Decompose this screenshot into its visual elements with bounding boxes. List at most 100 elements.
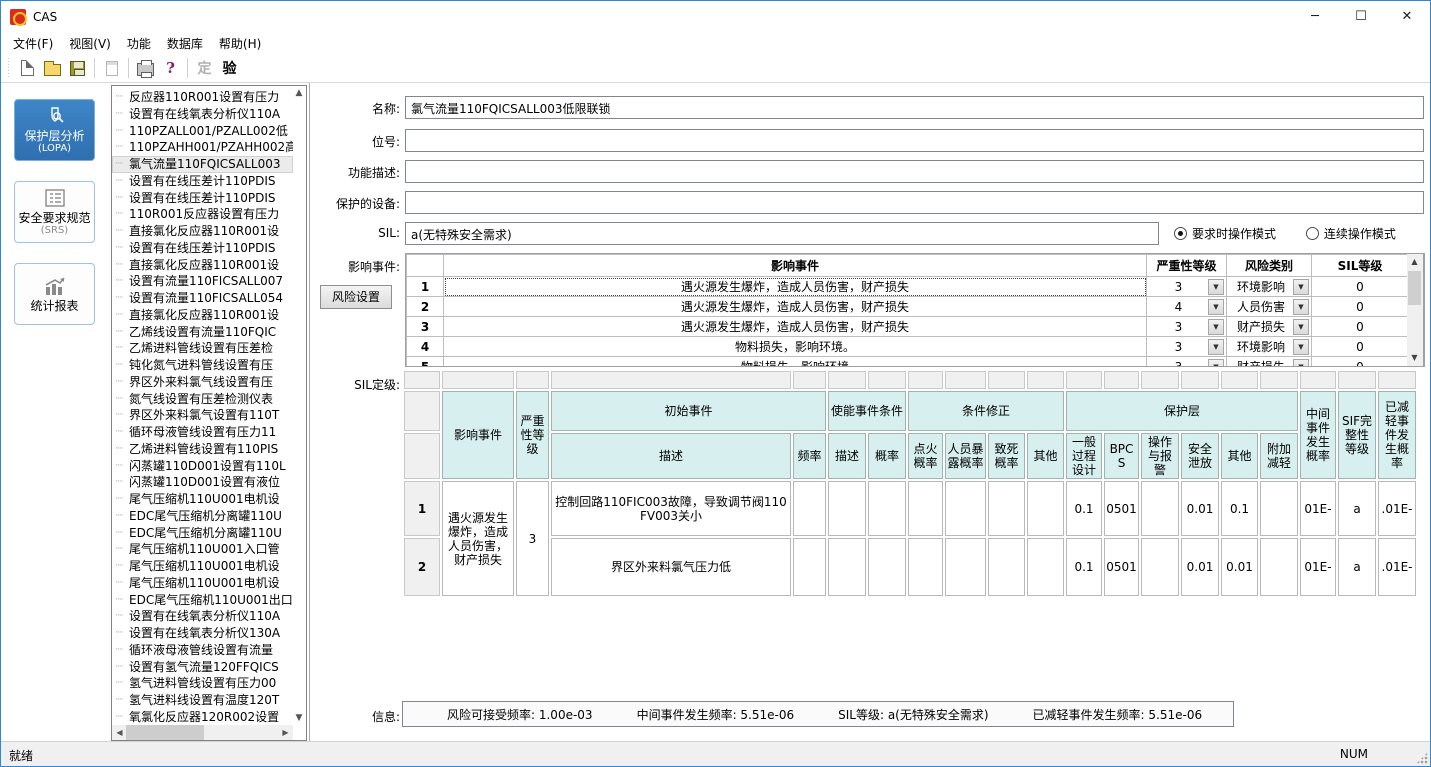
tree-item[interactable]: 设置有在线氧表分析仪130A [112, 625, 293, 642]
mitigated-freq-cell[interactable]: .01E- [1378, 481, 1416, 536]
tree-item[interactable]: 反应器110R001设置有压力 [112, 89, 293, 106]
tree-item[interactable]: 设置有氢气流量120FFQICS [112, 659, 293, 676]
other-cell[interactable]: 0.01 [1221, 538, 1258, 596]
frequency-cell[interactable] [793, 481, 826, 536]
tree-item[interactable]: 110R001反应器设置有压力 [112, 206, 293, 223]
report-button[interactable] [99, 56, 124, 80]
risk-settings-button[interactable]: 风险设置 [320, 285, 392, 309]
other-cell[interactable] [1027, 481, 1064, 536]
dropdown-arrow-icon[interactable]: ▼ [1293, 339, 1309, 355]
enable-probability-cell[interactable] [868, 481, 906, 536]
tree-item[interactable]: 设置有在线压差计110PDIS [112, 173, 293, 190]
tree-item[interactable]: 尾气压缩机110U001入口管 [112, 541, 293, 558]
event-cell[interactable]: 物料损失，影响环境。 [444, 337, 1147, 357]
sif-level-cell[interactable]: a [1338, 538, 1376, 596]
scroll-up-icon[interactable]: ▲ [293, 86, 305, 100]
new-button[interactable] [15, 56, 40, 80]
sidebar-item-srs[interactable]: 安全要求规范 (SRS) [14, 181, 95, 243]
tree-item[interactable]: 氢气进料线设置有温度120T [112, 692, 293, 709]
close-button[interactable]: ✕ [1384, 1, 1430, 32]
menu-database[interactable]: 数据库 [159, 33, 211, 54]
tree-item[interactable]: EDC尾气压缩机110U001出口 [112, 592, 293, 609]
dropdown-arrow-icon[interactable]: ▼ [1208, 359, 1224, 368]
risk-type-cell[interactable]: 环境影响▼ [1227, 277, 1312, 297]
tree-item[interactable]: 直接氯化反应器110R001设 [112, 257, 293, 274]
sidebar-item-lopa[interactable]: 保护层分析 (LOPA) [14, 99, 95, 161]
help-button[interactable]: ? [158, 56, 183, 80]
tree-item[interactable]: 设置有流量110FICSALL054 [112, 290, 293, 307]
tree-item[interactable]: 110PZAHH001/PZAHH002高 [112, 139, 293, 156]
other-cell[interactable] [1027, 538, 1064, 596]
tree-vertical-scrollbar[interactable]: ▲ ▼ [293, 86, 306, 725]
risk-type-cell[interactable]: 财产损失▼ [1227, 357, 1312, 368]
event-cell[interactable]: 遇火源发生爆炸，造成人员伤害，财产损失 [444, 277, 1147, 297]
tree-item[interactable]: 氮气线设置有压差检测仪表 [112, 391, 293, 408]
menu-function[interactable]: 功能 [119, 33, 159, 54]
toolbar-grip[interactable] [7, 58, 11, 78]
tree-item[interactable]: 直接氯化反应器110R001设 [112, 307, 293, 324]
tree-horizontal-scrollbar[interactable]: ◀ ▶ [112, 725, 293, 740]
scrollbar-thumb[interactable] [1408, 271, 1421, 305]
tree-item[interactable]: 直接氯化反应器110R001设 [112, 223, 293, 240]
general-design-cell[interactable]: 0.1 [1066, 481, 1102, 536]
enable-description-cell[interactable] [828, 481, 866, 536]
severity-cell[interactable]: 3▼ [1147, 317, 1227, 337]
tree-item[interactable]: 闪蒸罐110D001设置有液位 [112, 474, 293, 491]
sil-level-cell[interactable]: 0 [1312, 357, 1409, 368]
tree-item[interactable]: 110PZALL001/PZALL002低 [112, 123, 293, 140]
demand-mode-radio[interactable]: 要求时操作模式 [1174, 225, 1276, 242]
open-button[interactable] [40, 56, 65, 80]
minimize-button[interactable]: ─ [1292, 1, 1338, 32]
event-cell[interactable]: 物料损失，影响环境 [444, 357, 1147, 368]
tree-item[interactable]: 乙烯进料管线设置有压差检 [112, 340, 293, 357]
risk-type-cell[interactable]: 人员伤害▼ [1227, 297, 1312, 317]
dropdown-arrow-icon[interactable]: ▼ [1208, 319, 1224, 335]
tree-item[interactable]: 乙烯进料管线设置有110PIS [112, 441, 293, 458]
alarm-cell[interactable] [1141, 481, 1179, 536]
enable-probability-cell[interactable] [868, 538, 906, 596]
resize-grip-icon[interactable] [1416, 752, 1428, 764]
tree-item[interactable]: 设置有在线压差计110PDIS [112, 240, 293, 257]
protected-equipment-input[interactable] [405, 191, 1424, 214]
sif-level-cell[interactable]: a [1338, 481, 1376, 536]
tree-item[interactable]: 设置有在线氧表分析仪110A [112, 608, 293, 625]
ignition-cell[interactable] [908, 538, 943, 596]
tree-item[interactable]: 尾气压缩机110U001电机设 [112, 558, 293, 575]
tree-item[interactable]: 设置有流量110FICSALL007 [112, 273, 293, 290]
intermediate-freq-cell[interactable]: 01E- [1300, 481, 1336, 536]
tree-item[interactable]: 界区外来料氯气线设置有压 [112, 374, 293, 391]
scroll-up-icon[interactable]: ▲ [1407, 254, 1422, 270]
tag-input[interactable] [405, 129, 1424, 152]
maximize-button[interactable]: ☐ [1338, 1, 1384, 32]
init-description-cell[interactable]: 界区外来料氯气压力低 [551, 538, 791, 596]
frequency-cell[interactable] [793, 538, 826, 596]
dropdown-arrow-icon[interactable]: ▼ [1293, 299, 1309, 315]
severity-cell[interactable]: 3▼ [1147, 337, 1227, 357]
scroll-down-icon[interactable]: ▼ [1407, 350, 1422, 366]
risk-type-cell[interactable]: 环境影响▼ [1227, 337, 1312, 357]
sil-level-cell[interactable]: 0 [1312, 277, 1409, 297]
impact-event-cell[interactable]: 遇火源发生爆炸，造成人员伤害，财产损失 [442, 481, 514, 596]
bpcs-cell[interactable]: 0501 [1104, 538, 1139, 596]
mitigated-freq-cell[interactable]: .01E- [1378, 538, 1416, 596]
severity-cell[interactable]: 3▼ [1147, 277, 1227, 297]
relief-cell[interactable]: 0.01 [1181, 538, 1219, 596]
scroll-right-icon[interactable]: ▶ [278, 725, 293, 740]
dropdown-arrow-icon[interactable]: ▼ [1208, 339, 1224, 355]
menu-help[interactable]: 帮助(H) [211, 33, 269, 54]
tree-item[interactable]: 循环液母液管线设置有流量 [112, 642, 293, 659]
tree-item[interactable]: 界区外来料氯气设置有110T [112, 407, 293, 424]
intermediate-freq-cell[interactable]: 01E- [1300, 538, 1336, 596]
tree-item-selected[interactable]: 氯气流量110FQICSALL003 [112, 156, 293, 173]
exposure-cell[interactable] [945, 481, 986, 536]
verify-button[interactable]: 验 [217, 56, 242, 80]
sil-rate-button[interactable]: 定 [192, 56, 217, 80]
enable-description-cell[interactable] [828, 538, 866, 596]
function-desc-input[interactable] [405, 160, 1424, 183]
menu-file[interactable]: 文件(F) [5, 33, 61, 54]
event-cell[interactable]: 遇火源发生爆炸，造成人员伤害，财产损失 [444, 297, 1147, 317]
print-button[interactable] [133, 56, 158, 80]
tree-item[interactable]: 乙烯线设置有流量110FQIC [112, 324, 293, 341]
tree-item[interactable]: 设置有在线氧表分析仪110A [112, 106, 293, 123]
scrollbar-thumb[interactable] [126, 725, 204, 740]
